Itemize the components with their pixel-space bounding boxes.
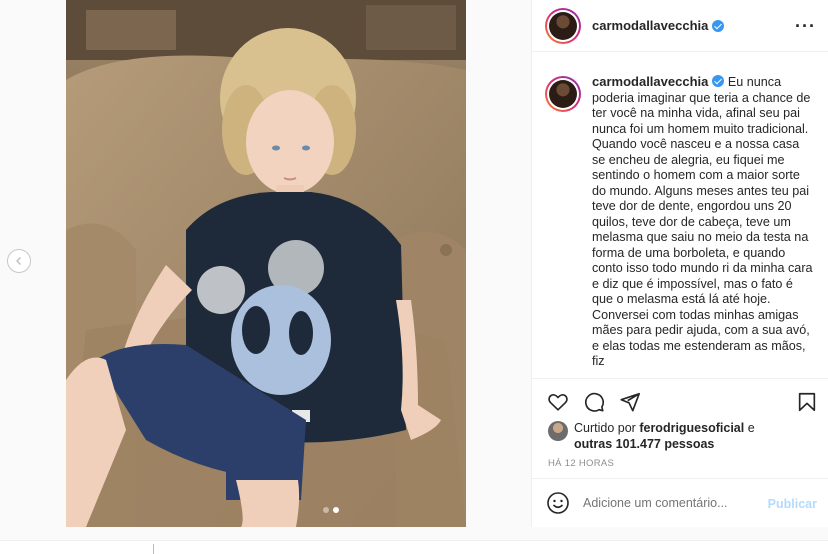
paper-plane-icon[interactable] [619,391,641,413]
liked-by-user[interactable]: ferodriguesoficial [639,421,744,435]
emoji-icon[interactable] [546,491,570,515]
comment-bar: Publicar [532,478,828,527]
author-avatar[interactable] [545,7,581,44]
likes-count[interactable]: outras 101.477 pessoas [574,437,714,451]
carousel-indicator [323,507,339,513]
post-photo[interactable] [66,0,466,527]
liker-avatar[interactable] [548,421,568,441]
post-actions [532,378,828,418]
comment-icon[interactable] [583,391,605,413]
post-timestamp[interactable]: HÁ 12 HORAS [548,458,614,469]
caption-author-avatar[interactable] [545,76,581,112]
more-options-icon[interactable]: ··· [795,16,816,37]
carousel-dot [323,507,329,513]
comment-input[interactable] [583,496,753,510]
caption-username[interactable]: carmodallavecchia [592,74,708,89]
carousel-prev-button[interactable] [7,249,31,273]
post-photo-illustration [66,0,466,527]
caption-text: carmodallavecchia Eu nunca poderia imagi… [592,74,814,374]
liked-by-and: e [747,421,755,435]
verified-badge-icon [712,19,725,32]
liked-by-prefix: Curtido por [574,421,636,435]
post-caption: carmodallavecchia Eu nunca poderia imagi… [545,74,817,374]
bottom-strip [0,540,828,554]
divider [153,544,154,554]
publish-button[interactable]: Publicar [768,497,817,511]
post-header: carmodallavecchia ··· [532,0,828,52]
post-sidebar: carmodallavecchia ··· carmodallavecchia … [531,0,828,527]
verified-badge-icon [712,75,725,87]
chevron-left-icon [15,256,22,266]
author-username[interactable]: carmodallavecchia [592,18,708,33]
heart-icon[interactable] [547,391,569,413]
caption-body: Eu nunca poderia imaginar que teria a ch… [592,75,813,368]
carousel-dot-active [333,507,339,513]
likes-summary: Curtido por ferodriguesoficial e outras … [548,420,755,452]
bookmark-icon[interactable] [796,391,818,413]
